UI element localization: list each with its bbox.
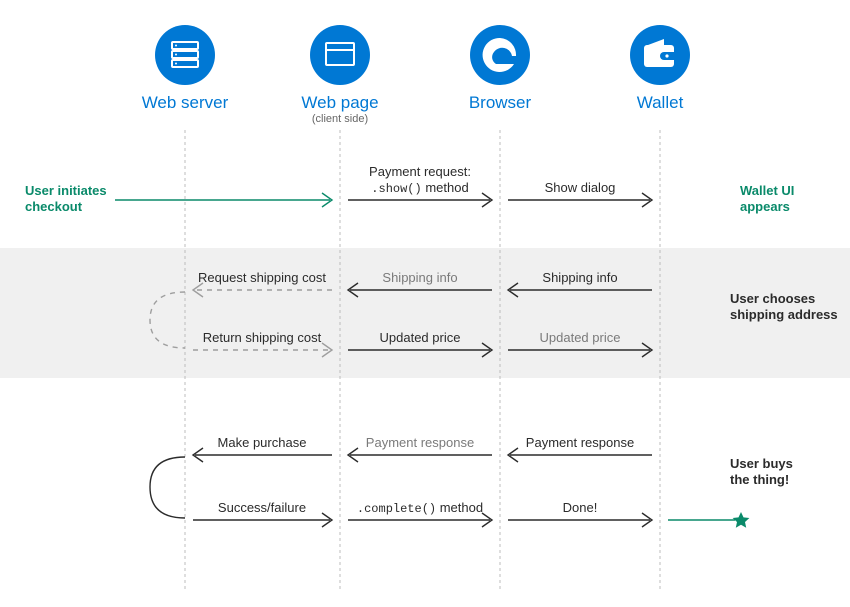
col-webpage-label: Web page — [301, 93, 378, 112]
col-webpage: Web page (client side) — [301, 25, 378, 125]
sequence-diagram: Web server Web page (client side) Browse… — [0, 0, 850, 607]
label-done: Done! — [563, 500, 598, 515]
label-payment-request-1: Payment request: — [369, 164, 471, 179]
col-browser-label: Browser — [469, 93, 532, 112]
caption-walletui-1: Wallet UI — [740, 183, 794, 198]
label-upd-1: Updated price — [380, 330, 461, 345]
col-wallet: Wallet — [630, 25, 690, 112]
caption-walletui-2: appears — [740, 199, 790, 214]
col-wallet-label: Wallet — [637, 93, 684, 112]
loop-purchase — [150, 457, 185, 518]
label-show-dialog: Show dialog — [545, 180, 616, 195]
star-icon — [733, 512, 750, 528]
label-upd-2: Updated price — [540, 330, 621, 345]
col-browser: Browser — [469, 25, 532, 112]
caption-ship-1: User chooses — [730, 291, 815, 306]
label-ret-ship: Return shipping cost — [203, 330, 322, 345]
label-payment-request-2: .show() method — [371, 180, 468, 196]
caption-checkout-1: User initiates — [25, 183, 107, 198]
label-complete: .complete() method — [357, 500, 483, 516]
label-req-ship: Request shipping cost — [198, 270, 326, 285]
label-success: Success/failure — [218, 500, 306, 515]
caption-buy-2: the thing! — [730, 472, 789, 487]
col-webserver-label: Web server — [142, 93, 229, 112]
label-shipinfo-1: Shipping info — [382, 270, 457, 285]
label-payresp-2: Payment response — [526, 435, 634, 450]
caption-buy-1: User buys — [730, 456, 793, 471]
label-payresp-1: Payment response — [366, 435, 474, 450]
col-webserver: Web server — [142, 25, 229, 112]
caption-checkout-2: checkout — [25, 199, 83, 214]
caption-ship-2: shipping address — [730, 307, 838, 322]
label-shipinfo-2: Shipping info — [542, 270, 617, 285]
label-make-purchase: Make purchase — [218, 435, 307, 450]
col-webpage-sublabel: (client side) — [312, 113, 368, 125]
band-shipping — [0, 248, 850, 378]
